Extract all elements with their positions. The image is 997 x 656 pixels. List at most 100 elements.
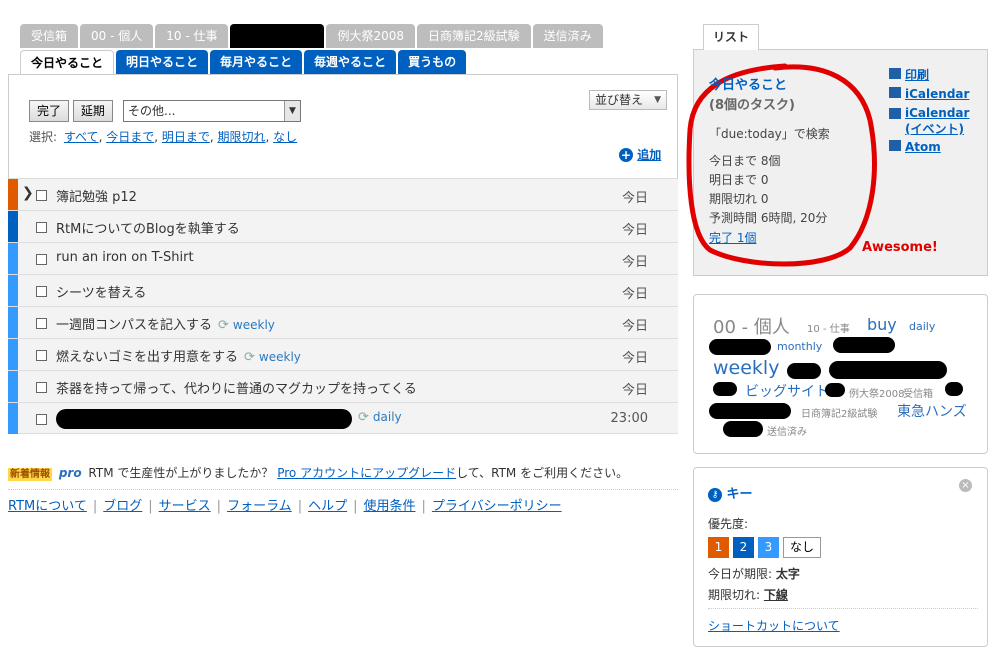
plus-icon: + bbox=[619, 148, 633, 162]
complete-button[interactable]: 完了 bbox=[29, 100, 70, 122]
task-row[interactable]: RtMについてのBlogを執筆する 今日 bbox=[8, 210, 678, 242]
task-due: 今日 bbox=[621, 319, 648, 334]
tag[interactable]: weekly bbox=[713, 357, 779, 379]
tab-shopping[interactable]: 買うもの bbox=[398, 50, 467, 74]
redacted-tag bbox=[833, 337, 895, 353]
footer-link-services[interactable]: サービス bbox=[159, 499, 211, 514]
list-stats: 今日まで 8個 明日まで 0 期限切れ 0 予測時間 6時間, 20分 bbox=[709, 152, 827, 228]
select-none-link[interactable]: なし bbox=[273, 130, 297, 144]
select-today-link[interactable]: 今日まで bbox=[106, 130, 154, 144]
tab-redacted[interactable] bbox=[230, 24, 325, 48]
promo-line: 新着情報 pro RTM で生産性が上がりましたか？ Pro アカウントにアップ… bbox=[8, 464, 628, 481]
task-row[interactable]: 燃えないゴミを出す用意をする ⟳ weekly 今日 bbox=[8, 338, 678, 370]
task-due: 23:00 bbox=[610, 411, 648, 426]
redacted-tag bbox=[713, 382, 737, 396]
task-row[interactable]: ⟳ daily 23:00 bbox=[8, 402, 678, 434]
tag[interactable]: daily bbox=[909, 320, 935, 333]
tab-sent[interactable]: 送信済み bbox=[532, 24, 603, 48]
divider bbox=[8, 489, 678, 490]
redacted-tag bbox=[945, 382, 963, 396]
add-task-button[interactable]: + 追加 bbox=[619, 146, 661, 163]
overdue-style: 下線 bbox=[763, 588, 788, 602]
task-checkbox[interactable] bbox=[36, 190, 47, 201]
footer-link-about[interactable]: RTMについて bbox=[8, 499, 87, 514]
task-count: (8個のタスク) bbox=[709, 98, 795, 113]
footer-link-forum[interactable]: フォーラム bbox=[227, 499, 292, 514]
task-checkbox[interactable] bbox=[36, 254, 47, 265]
tab-weekly[interactable]: 毎週やること bbox=[304, 50, 397, 74]
select-overdue-link[interactable]: 期限切れ bbox=[218, 130, 266, 144]
tab-work[interactable]: 10 - 仕事 bbox=[155, 24, 229, 48]
task-checkbox[interactable] bbox=[36, 382, 47, 393]
sort-dropdown[interactable]: 並び替え ▼ bbox=[589, 90, 667, 110]
tag-cloud: 00 - 個人 10 - 仕事 buy daily monthly weekly… bbox=[709, 313, 978, 438]
tab-reitaisai[interactable]: 例大祭2008 bbox=[326, 24, 416, 48]
tag[interactable]: monthly bbox=[777, 340, 822, 353]
redacted-tag bbox=[829, 361, 947, 379]
task-row[interactable]: 茶器を持って帰って、代わりに普通のマグカップを持ってくる 今日 bbox=[8, 370, 678, 402]
priority-indicator bbox=[8, 371, 18, 402]
task-checkbox[interactable] bbox=[36, 286, 47, 297]
footer-link-help[interactable]: ヘルプ bbox=[308, 499, 347, 514]
tag[interactable]: 受信箱 bbox=[903, 385, 933, 400]
task-name[interactable]: 一週間コンパスを記入する ⟳ weekly bbox=[56, 314, 275, 333]
task-name[interactable]: RtMについてのBlogを執筆する bbox=[56, 218, 240, 237]
upgrade-link[interactable]: Pro アカウントにアップグレード bbox=[277, 466, 456, 480]
tag[interactable]: 00 - 個人 bbox=[713, 313, 790, 339]
calendar-icon bbox=[889, 108, 901, 119]
tab-tomorrow[interactable]: 明日やること bbox=[116, 50, 209, 74]
footer-link-terms[interactable]: 使用条件 bbox=[363, 499, 415, 514]
task-row[interactable]: 一週間コンパスを記入する ⟳ weekly 今日 bbox=[8, 306, 678, 338]
icalendar-events-link[interactable]: iCalendar (イベント) bbox=[889, 105, 989, 137]
task-name[interactable]: ⟳ daily bbox=[352, 410, 402, 425]
icalendar-link[interactable]: iCalendar bbox=[889, 86, 989, 102]
task-name[interactable]: 簿記勉強 p12 bbox=[56, 186, 137, 205]
select-tomorrow-link[interactable]: 明日まで bbox=[162, 130, 210, 144]
shortcuts-link[interactable]: ショートカットについて bbox=[708, 617, 840, 634]
repeat-tag: daily bbox=[372, 410, 402, 424]
redacted-tag bbox=[709, 403, 791, 419]
tab-list[interactable]: リスト bbox=[703, 24, 759, 50]
postpone-button[interactable]: 延期 bbox=[72, 100, 113, 122]
task-row[interactable]: run an iron on T-Shirt 今日 bbox=[8, 242, 678, 274]
icalendar-events-label: iCalendar (イベント) bbox=[905, 106, 970, 136]
tab-monthly[interactable]: 毎月やること bbox=[210, 50, 303, 74]
promo-text: RTM で生産性が上がりましたか？ bbox=[88, 466, 274, 480]
tab-personal[interactable]: 00 - 個人 bbox=[80, 24, 154, 48]
print-link[interactable]: 印刷 bbox=[889, 67, 989, 83]
close-icon[interactable]: × bbox=[959, 479, 972, 492]
more-actions-select[interactable]: その他... ▼ bbox=[123, 100, 301, 122]
tag[interactable]: 東急ハンズ bbox=[897, 401, 967, 421]
tag[interactable]: 10 - 仕事 bbox=[807, 320, 850, 335]
priority-indicator bbox=[8, 179, 18, 210]
overdue-legend: 期限切れ: 下線 bbox=[708, 586, 788, 603]
task-row[interactable]: ❯ 簿記勉強 p12 今日 bbox=[8, 178, 678, 210]
tag[interactable]: 日商簿記2級試験 bbox=[801, 405, 877, 420]
key-title: ⚷ キー bbox=[708, 483, 753, 502]
tab-boki[interactable]: 日商簿記2級試験 bbox=[417, 24, 531, 48]
task-name[interactable]: 茶器を持って帰って、代わりに普通のマグカップを持ってくる bbox=[56, 378, 417, 397]
priority-label: 優先度: bbox=[708, 517, 749, 531]
tag[interactable]: 送信済み bbox=[767, 423, 807, 438]
task-checkbox[interactable] bbox=[36, 350, 47, 361]
select-all-link[interactable]: すべて bbox=[64, 130, 99, 144]
redacted-tag bbox=[787, 363, 821, 379]
print-label: 印刷 bbox=[905, 68, 930, 82]
task-name[interactable]: 燃えないゴミを出す用意をする ⟳ weekly bbox=[56, 346, 301, 365]
completed-link[interactable]: 完了 1個 bbox=[709, 229, 756, 246]
task-name[interactable]: シーツを替える bbox=[56, 282, 146, 301]
sort-label: 並び替え bbox=[595, 93, 644, 107]
tag[interactable]: buy bbox=[867, 315, 897, 334]
task-name[interactable]: run an iron on T-Shirt bbox=[56, 250, 194, 265]
tag[interactable]: 例大祭2008 bbox=[849, 385, 904, 400]
tab-today[interactable]: 今日やること bbox=[20, 50, 115, 74]
task-checkbox[interactable] bbox=[36, 414, 47, 425]
task-checkbox[interactable] bbox=[36, 318, 47, 329]
task-row[interactable]: シーツを替える 今日 bbox=[8, 274, 678, 306]
task-checkbox[interactable] bbox=[36, 222, 47, 233]
footer-link-blog[interactable]: ブログ bbox=[103, 499, 142, 514]
tag[interactable]: ビッグサイト bbox=[745, 381, 829, 401]
tab-inbox[interactable]: 受信箱 bbox=[20, 24, 79, 48]
footer-link-privacy[interactable]: プライバシーポリシー bbox=[432, 499, 562, 514]
atom-link[interactable]: Atom bbox=[889, 139, 989, 155]
